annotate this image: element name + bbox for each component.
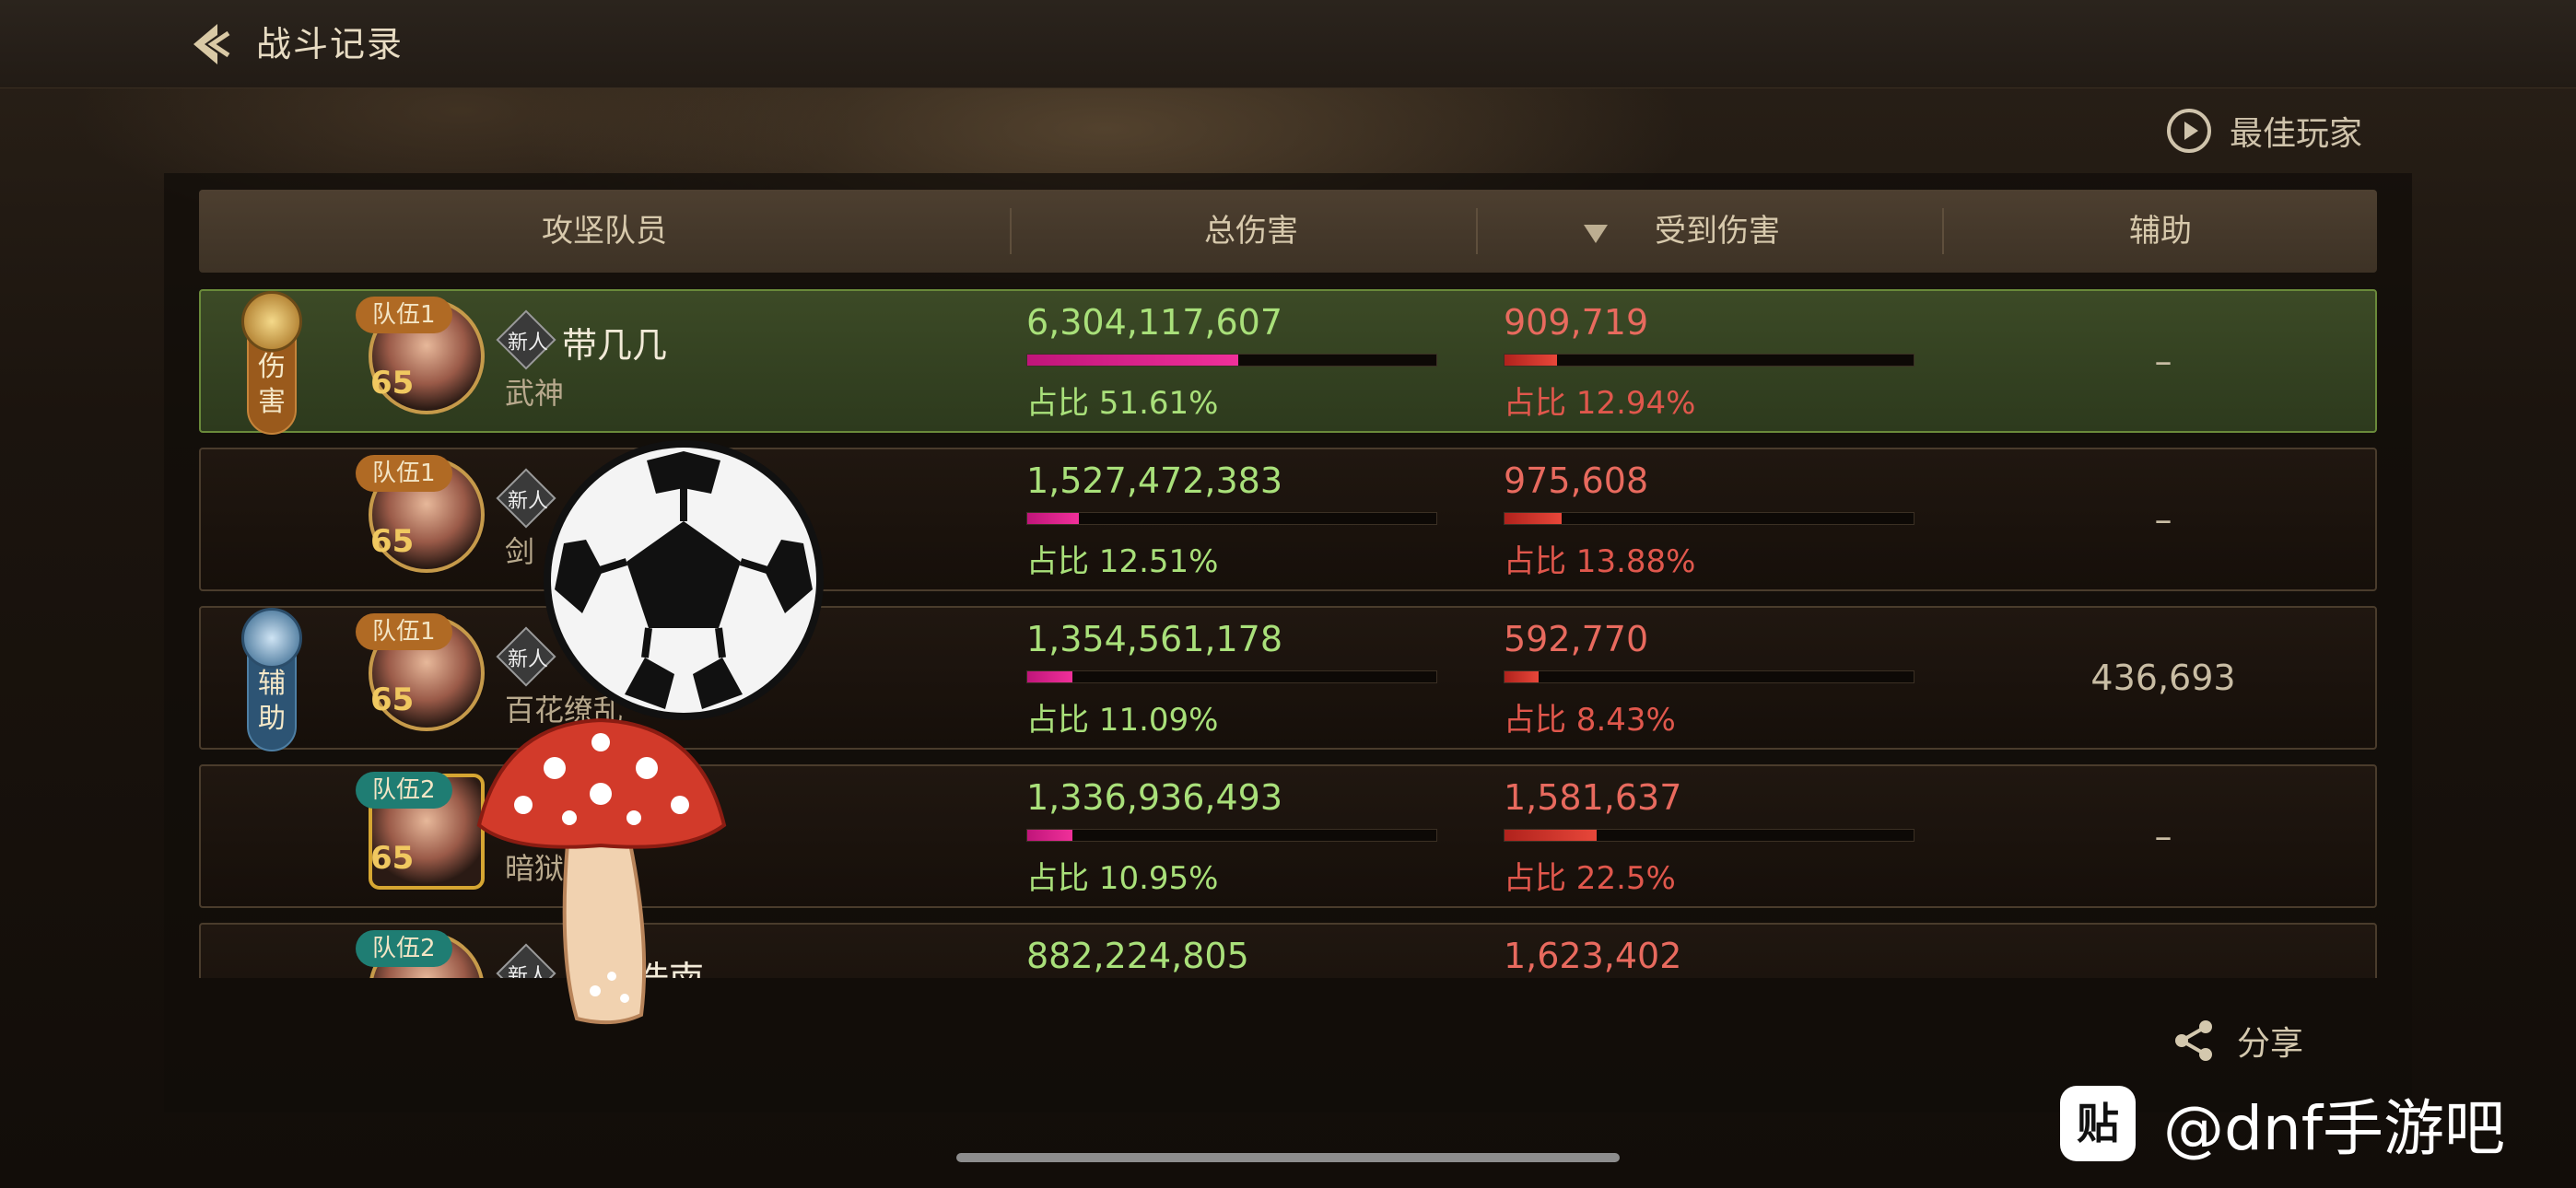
damage-bar xyxy=(1026,670,1437,683)
player-name: 带几几 xyxy=(562,325,668,366)
damage-share: 占比 11.09% xyxy=(1026,702,1219,739)
share-button[interactable]: 分享 xyxy=(2171,1017,2303,1065)
team-tag: 队伍1 xyxy=(356,613,452,650)
taken-bar-fill xyxy=(1505,355,1558,366)
damage-bar xyxy=(1026,354,1437,367)
team-tag: 队伍2 xyxy=(356,930,452,967)
play-circle-icon xyxy=(2167,109,2211,153)
page-title: 战斗记录 xyxy=(256,24,404,64)
role-badge-support: 辅助 xyxy=(241,608,302,751)
soccer-ball-sticker xyxy=(544,440,824,720)
column-assist[interactable]: 辅助 xyxy=(1944,190,2377,273)
total-damage: 6,304,117,607 xyxy=(1026,302,1283,343)
team-tag: 队伍1 xyxy=(356,455,452,492)
level: 65 xyxy=(370,840,415,877)
taken-bar-fill xyxy=(1505,830,1597,841)
taken-bar-fill xyxy=(1505,671,1540,682)
damage-bar-fill xyxy=(1027,830,1072,841)
column-members: 攻坚队员 xyxy=(542,213,667,250)
assist-value: – xyxy=(2154,499,2172,540)
taken-share: 占比 8.43% xyxy=(1504,702,1676,739)
damage-taken: 592,770 xyxy=(1504,619,1649,659)
total-damage: 1,527,472,383 xyxy=(1026,460,1283,501)
role-text: 辅 xyxy=(258,668,286,700)
damage-share: 占比 10.95% xyxy=(1026,860,1219,897)
wing-icon xyxy=(241,608,302,669)
damage-taken: 1,581,637 xyxy=(1504,777,1682,818)
taken-bar-fill xyxy=(1505,513,1562,524)
taken-bar xyxy=(1504,829,1914,842)
share-label: 分享 xyxy=(2237,1025,2304,1063)
back-arrow-icon[interactable] xyxy=(181,17,236,72)
player-class: 武神 xyxy=(505,376,565,411)
level: 65 xyxy=(370,523,415,560)
total-damage: 882,224,805 xyxy=(1026,936,1249,976)
level: 65 xyxy=(370,365,415,402)
role-text: 伤 xyxy=(258,351,286,383)
share-icon xyxy=(2175,1020,2212,1061)
damage-taken: 909,719 xyxy=(1504,302,1649,343)
watermark: 贴 @dnf手游吧 xyxy=(2060,1079,2505,1168)
taken-bar xyxy=(1504,512,1914,525)
player-class: 剑 xyxy=(505,534,535,569)
role-text: 害 xyxy=(258,386,286,418)
best-player-button[interactable]: 最佳玩家 xyxy=(2165,103,2362,158)
taken-share: 占比 13.88% xyxy=(1504,543,1696,580)
assist-value: – xyxy=(2154,341,2172,381)
damage-bar xyxy=(1026,829,1437,842)
watermark-text: @dnf手游吧 xyxy=(2163,1093,2505,1164)
best-player-label: 最佳玩家 xyxy=(2230,115,2363,153)
team-tag: 队伍2 xyxy=(356,772,452,809)
taken-share: 占比 22.5% xyxy=(1504,860,1676,897)
role-badge-damage: 伤害 xyxy=(241,291,302,435)
assist-value: 436,693 xyxy=(2090,658,2236,698)
damage-taken: 975,608 xyxy=(1504,460,1649,501)
column-damage-taken[interactable]: 受到伤害 xyxy=(1478,190,1957,273)
damage-bar-fill xyxy=(1027,355,1239,366)
tieba-logo: 贴 xyxy=(2060,1086,2136,1161)
damage-share: 占比 12.51% xyxy=(1026,543,1219,580)
taken-bar xyxy=(1504,670,1914,683)
team-tag: 队伍1 xyxy=(356,297,452,333)
taken-bar xyxy=(1504,354,1914,367)
level: 65 xyxy=(370,681,415,718)
role-text: 助 xyxy=(258,703,286,735)
assist-value: – xyxy=(2154,816,2172,856)
taken-share: 占比 12.94% xyxy=(1504,385,1696,422)
home-indicator[interactable] xyxy=(956,1153,1620,1162)
top-bar: 战斗记录 xyxy=(0,0,2576,88)
damage-bar-fill xyxy=(1027,671,1073,682)
damage-share: 占比 51.61% xyxy=(1026,385,1219,422)
table-row[interactable]: 伤害 队伍1 65 新人 带几几 武神 6,304,117,607 占比 51.… xyxy=(199,289,2377,435)
mushroom-sticker xyxy=(476,717,727,1025)
total-damage: 1,354,561,178 xyxy=(1026,619,1283,659)
table-header: 攻坚队员 总伤害 受到伤害 辅助 xyxy=(199,190,2377,273)
damage-taken: 1,623,402 xyxy=(1504,936,1682,976)
total-damage: 1,336,936,493 xyxy=(1026,777,1283,818)
damage-bar-fill xyxy=(1027,513,1079,524)
damage-bar xyxy=(1026,512,1437,525)
column-total-damage[interactable]: 总伤害 xyxy=(1012,190,1491,273)
fist-icon xyxy=(241,291,302,352)
table-row[interactable]: 队伍1 65 新人 剑 1,527,472,383 占比 12.51% 975,… xyxy=(199,448,2377,591)
new-player-badge-text: 新人 xyxy=(507,332,548,355)
